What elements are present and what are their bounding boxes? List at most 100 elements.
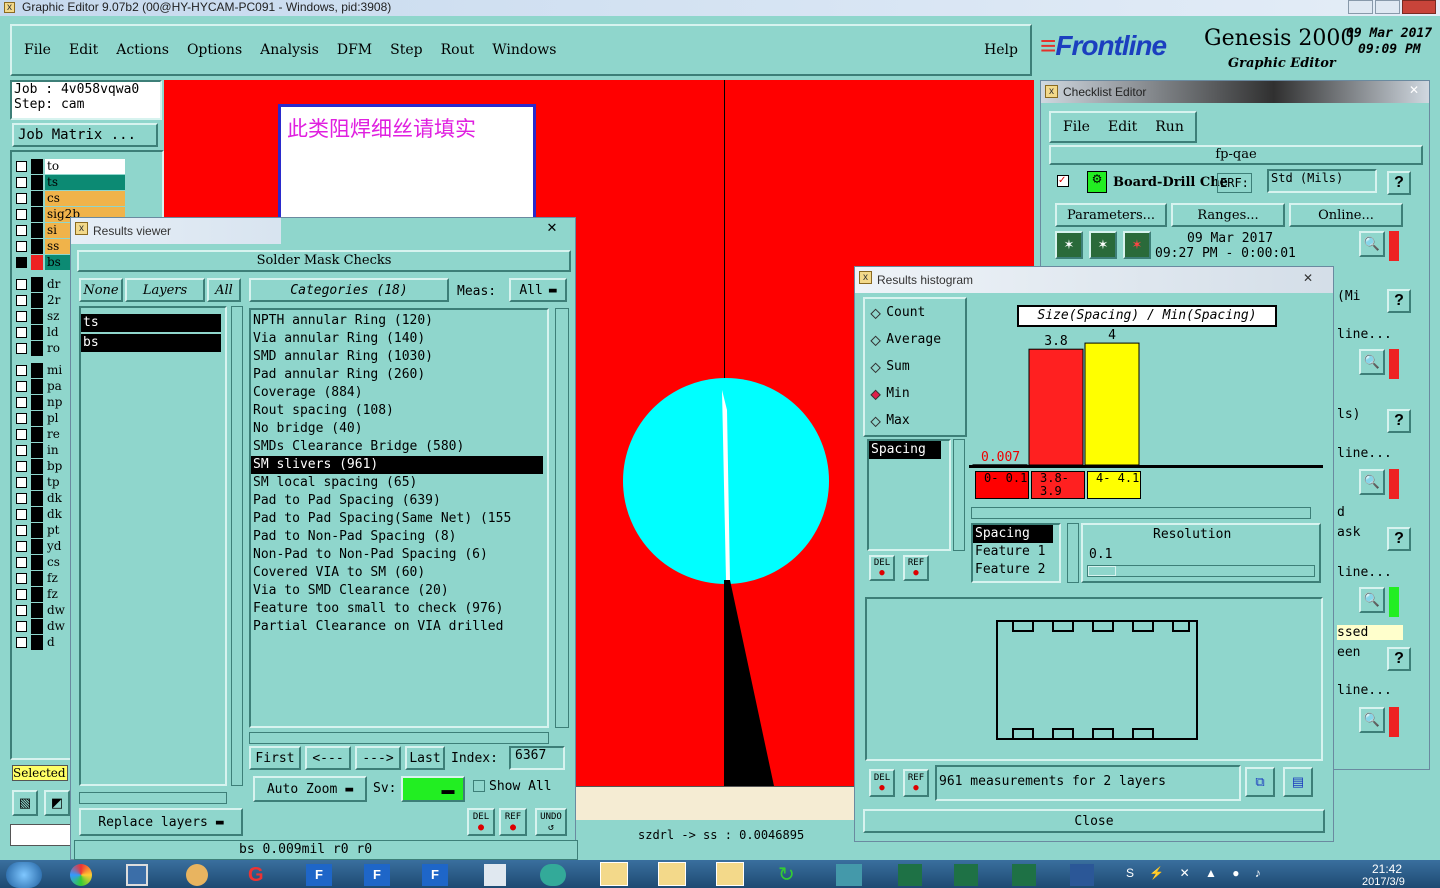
menu-windows[interactable]: Windows xyxy=(492,42,556,58)
range-hscroll[interactable] xyxy=(971,507,1311,519)
categories-list[interactable]: NPTH annular Ring (120) Via annular Ring … xyxy=(249,308,549,728)
category-item[interactable]: Pad to Pad Spacing(Same Net) (155 xyxy=(251,510,547,528)
zoom-icon[interactable]: 🔍 xyxy=(1359,231,1385,257)
layer-name[interactable]: dw xyxy=(45,618,65,634)
layer-affected-marker[interactable] xyxy=(31,522,43,538)
layer-affected-marker[interactable] xyxy=(31,458,43,474)
none-button[interactable]: None xyxy=(79,278,123,302)
layer-affected-marker[interactable] xyxy=(31,506,43,522)
meas-dropdown[interactable]: All ▬ xyxy=(509,278,567,302)
layer-row[interactable]: to xyxy=(16,158,125,174)
online-button[interactable]: Online... xyxy=(1289,203,1403,227)
option-sum[interactable]: ◆ Sum xyxy=(870,359,909,374)
layer-name[interactable]: fz xyxy=(45,570,63,586)
checklist-menu-run[interactable]: Run xyxy=(1155,119,1184,135)
ranges-button[interactable]: Ranges... xyxy=(1171,203,1285,227)
menu-options[interactable]: Options xyxy=(187,42,242,58)
layer-name[interactable]: dk xyxy=(45,506,63,522)
layer-row[interactable]: ro xyxy=(16,340,63,356)
histogram-bar[interactable] xyxy=(1084,342,1140,466)
taskbar-app-14-icon[interactable] xyxy=(836,864,862,886)
zoom-icon[interactable]: 🔍 xyxy=(1359,349,1385,375)
menu-edit[interactable]: Edit xyxy=(69,42,98,58)
layer-affected-marker[interactable] xyxy=(31,158,43,174)
layer-row[interactable]: dr xyxy=(16,276,63,292)
category-item[interactable]: Feature too small to check (976) xyxy=(251,600,547,618)
replace-layers-button[interactable]: Replace layers ▬ xyxy=(79,808,243,836)
layer-checkbox[interactable] xyxy=(16,176,27,188)
range-cell[interactable]: 0- 0.1 xyxy=(975,471,1029,499)
layer-name[interactable]: cs xyxy=(45,190,125,206)
menu-file[interactable]: File xyxy=(24,42,51,58)
layer-name[interactable]: 2r xyxy=(45,292,63,308)
taskbar-date[interactable]: 2017/3/9 xyxy=(1362,876,1405,888)
auto-zoom-button[interactable]: Auto Zoom ▬ xyxy=(253,776,367,802)
category-item[interactable]: Via annular Ring (140) xyxy=(251,330,547,348)
close-button[interactable] xyxy=(1401,0,1436,14)
layer-affected-marker[interactable] xyxy=(31,222,43,238)
run-stop-icon[interactable]: ✶ xyxy=(1123,231,1151,259)
layer-checkbox[interactable] xyxy=(16,240,27,252)
layer-name[interactable]: ts xyxy=(45,174,125,190)
checklist-help-button[interactable]: ? xyxy=(1387,527,1411,551)
radio-diamond-icon[interactable]: ◆ xyxy=(870,359,880,374)
layer-row[interactable]: dw xyxy=(16,618,65,634)
category-item[interactable]: NPTH annular Ring (120) xyxy=(251,312,547,330)
layer-name[interactable]: dr xyxy=(45,276,63,292)
radio-diamond-icon[interactable]: ◆ xyxy=(870,305,880,320)
checklist-help-button[interactable]: ? xyxy=(1387,289,1411,313)
histogram-close-icon[interactable]: ✕ xyxy=(1303,271,1313,285)
layer-row[interactable]: cs xyxy=(16,554,63,570)
layer-affected-marker[interactable] xyxy=(31,602,43,618)
taskbar-app-8-icon[interactable] xyxy=(484,864,506,886)
radio-diamond-icon[interactable]: ◆ xyxy=(870,413,880,428)
layer-name[interactable]: np xyxy=(45,394,63,410)
layer-name[interactable]: fz xyxy=(45,586,63,602)
taskbar-app-12-icon[interactable] xyxy=(716,862,744,886)
layer-checkbox[interactable] xyxy=(16,508,27,520)
layer-checkbox[interactable] xyxy=(16,460,27,472)
feature-list-vscroll[interactable] xyxy=(1067,523,1079,583)
category-item[interactable]: Pad to Non-Pad Spacing (8) xyxy=(251,528,547,546)
window-controls[interactable] xyxy=(1348,0,1436,14)
feature-list-item[interactable]: Spacing xyxy=(973,525,1053,543)
taskbar-app-5-icon[interactable]: F xyxy=(306,864,332,886)
layer-checkbox[interactable] xyxy=(16,278,27,290)
layer-row[interactable]: yd xyxy=(16,538,63,554)
layer-row[interactable]: ld xyxy=(16,324,63,340)
layer-name[interactable]: sz xyxy=(45,308,63,324)
layer-affected-marker[interactable] xyxy=(31,442,43,458)
layer-checkbox[interactable] xyxy=(16,572,27,584)
rv-ref-button[interactable]: REF ● xyxy=(499,808,527,836)
parameters-button[interactable]: Parameters... xyxy=(1055,203,1167,227)
job-matrix-button[interactable]: Job Matrix ... xyxy=(12,123,158,147)
layer-row[interactable]: pl xyxy=(16,410,63,426)
run-selected-icon[interactable]: ✶ xyxy=(1089,231,1117,259)
layer-checkbox[interactable] xyxy=(16,364,27,376)
layer-tool-1-icon[interactable]: ▧ xyxy=(12,790,38,816)
results-viewer-close-icon[interactable]: ✕ xyxy=(541,220,563,236)
layer-row[interactable]: re xyxy=(16,426,63,442)
taskbar-app-4-icon[interactable]: G xyxy=(248,864,270,886)
layer-checkbox[interactable] xyxy=(16,256,27,268)
layer-checkbox[interactable] xyxy=(16,224,27,236)
layer-checkbox[interactable] xyxy=(16,310,27,322)
layer-affected-marker[interactable] xyxy=(31,362,43,378)
layer-affected-marker[interactable] xyxy=(31,634,43,650)
zoom-icon[interactable]: 🔍 xyxy=(1359,587,1385,613)
taskbar-clock[interactable]: 21:42 xyxy=(1372,862,1402,876)
layer-checkbox[interactable] xyxy=(16,192,27,204)
option-min[interactable]: ◆ Min xyxy=(870,386,909,401)
layer-checkbox[interactable] xyxy=(16,620,27,632)
std-field[interactable]: Std (Mils) xyxy=(1267,169,1377,193)
taskbar-app-3-icon[interactable] xyxy=(186,864,208,886)
hist-del-button-2[interactable]: DEL ● xyxy=(869,769,895,797)
show-all-checkbox[interactable] xyxy=(473,780,485,792)
layer-affected-marker[interactable] xyxy=(31,206,43,222)
menu-dfm[interactable]: DFM xyxy=(337,42,372,58)
layer-affected-marker[interactable] xyxy=(31,238,43,254)
layer-name[interactable]: pt xyxy=(45,522,63,538)
layer-row[interactable]: fz xyxy=(16,586,63,602)
layer-affected-marker[interactable] xyxy=(31,538,43,554)
layer-checkbox[interactable] xyxy=(16,444,27,456)
